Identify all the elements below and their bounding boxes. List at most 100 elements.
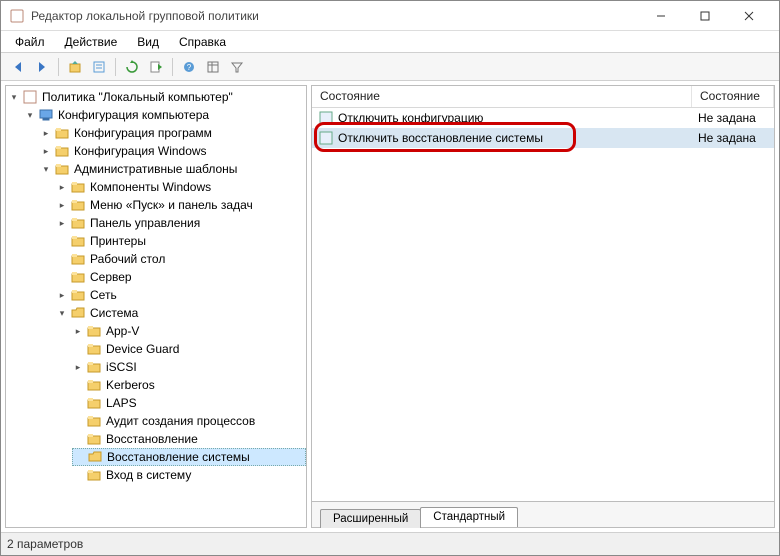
minimize-button[interactable] [639, 2, 683, 30]
help-button[interactable]: ? [178, 56, 200, 78]
tree-laps[interactable]: LAPS [72, 394, 306, 412]
tree-printers[interactable]: Принтеры [56, 232, 306, 250]
tree-label: Device Guard [104, 342, 181, 356]
chevron-down-icon[interactable]: ▾ [56, 307, 68, 319]
tree-desktop[interactable]: Рабочий стол [56, 250, 306, 268]
tree-label: Политика "Локальный компьютер" [40, 90, 235, 104]
setting-icon [318, 110, 334, 126]
list-row[interactable]: Отключить конфигурацию Не задана [312, 108, 774, 128]
tree-label: LAPS [104, 396, 139, 410]
tree-label: Вход в систему [104, 468, 193, 482]
chevron-right-icon[interactable]: ▸ [40, 145, 52, 157]
tree-server[interactable]: Сервер [56, 268, 306, 286]
properties-button[interactable] [88, 56, 110, 78]
close-button[interactable] [727, 2, 771, 30]
columns-button[interactable] [202, 56, 224, 78]
chevron-right-icon[interactable]: ▸ [72, 361, 84, 373]
tree-iscsi[interactable]: ▸iSCSI [72, 358, 306, 376]
tree-soft-cfg[interactable]: ▸Конфигурация программ [40, 124, 306, 142]
list-header: Состояние Состояние [312, 86, 774, 108]
filter-button[interactable] [226, 56, 248, 78]
tree-network[interactable]: ▸ Сеть [56, 286, 306, 304]
chevron-right-icon[interactable]: ▸ [56, 217, 68, 229]
tree-restore[interactable]: Восстановление [72, 430, 306, 448]
chevron-right-icon[interactable]: ▸ [56, 181, 68, 193]
folder-icon [70, 287, 86, 303]
refresh-button[interactable] [121, 56, 143, 78]
tree-label: App-V [104, 324, 141, 338]
tree-label: Система [88, 306, 140, 320]
menu-view[interactable]: Вид [127, 33, 169, 51]
tree-kerberos[interactable]: Kerberos [72, 376, 306, 394]
tree-logon[interactable]: Вход в систему [72, 466, 306, 484]
tree-dev-guard[interactable]: Device Guard [72, 340, 306, 358]
up-button[interactable] [64, 56, 86, 78]
forward-button[interactable] [31, 56, 53, 78]
menu-action[interactable]: Действие [55, 33, 128, 51]
tree-audit[interactable]: Аудит создания процессов [72, 412, 306, 430]
folder-icon [86, 323, 102, 339]
folder-icon [70, 179, 86, 195]
blank-icon [72, 397, 84, 409]
list-pane-wrap: Состояние Состояние Отключить конфигурац… [311, 85, 775, 528]
menu-file[interactable]: Файл [5, 33, 55, 51]
folder-icon [86, 413, 102, 429]
column-header-name[interactable]: Состояние [312, 86, 692, 107]
folder-icon [86, 467, 102, 483]
folder-icon [70, 215, 86, 231]
tree-start-menu[interactable]: ▸Меню «Пуск» и панель задач [56, 196, 306, 214]
tree-sys-restore[interactable]: Восстановление системы [72, 448, 306, 466]
setting-state: Не задана [692, 111, 762, 125]
list-row[interactable]: Отключить восстановление системы Не зада… [312, 128, 774, 148]
tree-pane[interactable]: ▾ Политика "Локальный компьютер" ▾ Конфи… [5, 85, 307, 528]
chevron-right-icon[interactable]: ▸ [72, 325, 84, 337]
tree-appv[interactable]: ▸ App-V [72, 322, 306, 340]
chevron-right-icon[interactable]: ▸ [56, 289, 68, 301]
setting-state: Не задана [692, 131, 762, 145]
toolbar-separator [58, 58, 59, 76]
folder-icon [70, 233, 86, 249]
maximize-button[interactable] [683, 2, 727, 30]
tree-label: Сеть [88, 288, 119, 302]
tree-label: Рабочий стол [88, 252, 167, 266]
folder-icon [86, 431, 102, 447]
blank-icon [56, 235, 68, 247]
tab-standard[interactable]: Стандартный [420, 507, 518, 527]
chevron-down-icon[interactable]: ▾ [24, 109, 36, 121]
chevron-right-icon[interactable]: ▸ [56, 199, 68, 211]
blank-icon [56, 253, 68, 265]
tree-admin-tpl[interactable]: ▾ Административные шаблоны [40, 160, 306, 178]
folder-icon [54, 143, 70, 159]
tab-extended[interactable]: Расширенный [320, 509, 421, 528]
tree-win-comp[interactable]: ▸ Компоненты Windows [56, 178, 306, 196]
chevron-down-icon[interactable]: ▾ [8, 91, 20, 103]
blank-icon [72, 343, 84, 355]
toolbar: ? [1, 53, 779, 81]
toolbar-separator [115, 58, 116, 76]
tree-win-cfg[interactable]: ▸ Конфигурация Windows [40, 142, 306, 160]
setting-name: Отключить восстановление системы [338, 131, 543, 145]
tree-ctrl-panel[interactable]: ▸Панель управления [56, 214, 306, 232]
back-button[interactable] [7, 56, 29, 78]
tree-label: Аудит создания процессов [104, 414, 257, 428]
blank-icon [72, 415, 84, 427]
export-button[interactable] [145, 56, 167, 78]
blank-icon [72, 433, 84, 445]
chevron-right-icon[interactable]: ▸ [40, 127, 52, 139]
blank-icon [72, 469, 84, 481]
blank-icon [56, 271, 68, 283]
tree-label: Восстановление системы [105, 450, 252, 464]
tree-label: Конфигурация Windows [72, 144, 209, 158]
tree-label: Административные шаблоны [72, 162, 239, 176]
tree-system[interactable]: ▾ Система [56, 304, 306, 322]
menu-help[interactable]: Справка [169, 33, 236, 51]
tree-label: Компоненты Windows [88, 180, 213, 194]
workspace: ▾ Политика "Локальный компьютер" ▾ Конфи… [1, 81, 779, 533]
tree-root[interactable]: ▾ Политика "Локальный компьютер" [8, 88, 306, 106]
tree-computer-cfg[interactable]: ▾ Конфигурация компьютера [24, 106, 306, 124]
policy-icon [22, 89, 38, 105]
chevron-down-icon[interactable]: ▾ [40, 163, 52, 175]
column-header-state[interactable]: Состояние [692, 86, 774, 107]
folder-icon [86, 395, 102, 411]
app-icon [9, 8, 25, 24]
